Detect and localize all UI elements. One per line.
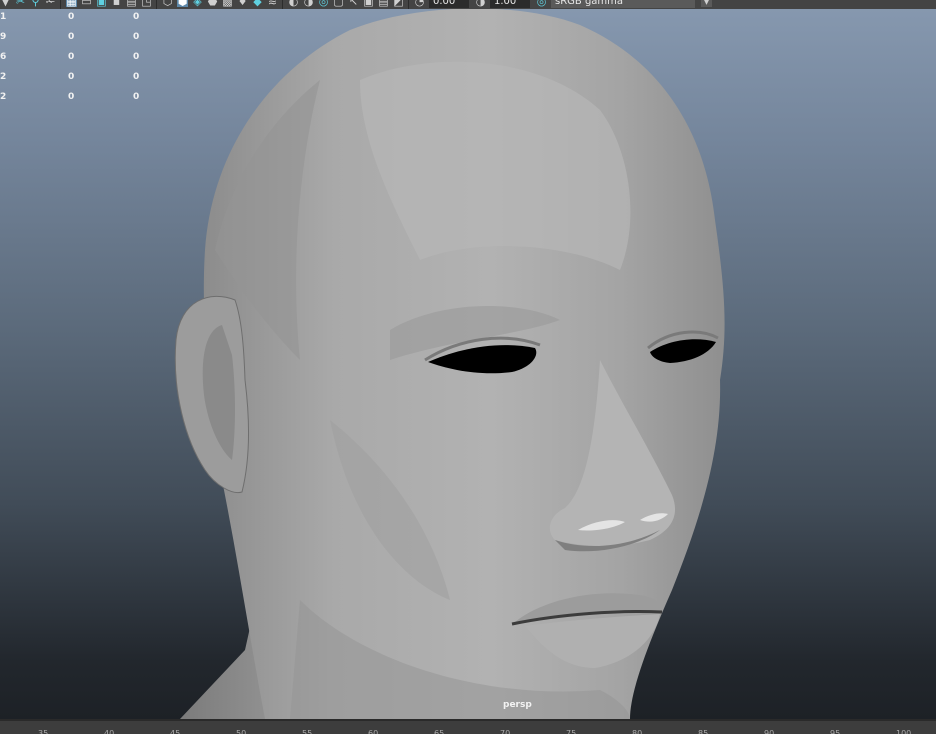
timeline-tick: 85: [698, 729, 709, 734]
hud-row: 2 0 0: [0, 91, 160, 111]
aa-icon[interactable]: ◆: [252, 0, 263, 7]
hud-value: 0: [68, 72, 75, 82]
timeline-tick: 75: [566, 729, 577, 734]
select-cursor-icon[interactable]: ↖: [348, 0, 359, 7]
timeline-tick: 40: [104, 729, 115, 734]
timeline-tick: 50: [236, 729, 247, 734]
camera-label: persp: [503, 700, 532, 710]
hud-value: 0: [133, 72, 140, 82]
component-icon[interactable]: ▢: [333, 0, 344, 7]
render-view-icon[interactable]: ▣: [363, 0, 374, 7]
timeline-tick: 80: [632, 729, 643, 734]
hud-value: 6: [0, 52, 7, 62]
hud-value: 2: [0, 72, 7, 82]
safe-icon[interactable]: ▣: [96, 0, 107, 7]
shadows-icon[interactable]: ▩: [222, 0, 233, 7]
snapshot-icon[interactable]: ◩: [393, 0, 404, 7]
hud-value: 0: [68, 32, 75, 42]
hud-value: 0: [68, 12, 75, 22]
exposure-input[interactable]: 0.00: [429, 0, 469, 8]
joints-icon[interactable]: ◎: [318, 0, 329, 7]
timeline-tick: 100: [896, 729, 912, 734]
timeline-tick: 45: [170, 729, 181, 734]
timeline-tick: 60: [368, 729, 379, 734]
colorspace-dropdown[interactable]: sRGB gamma: [551, 0, 695, 8]
hud-value: 0: [133, 32, 140, 42]
toolbar-divider: [156, 0, 157, 9]
toolbar-divider: [60, 0, 61, 9]
chevron-down-icon[interactable]: ▾: [701, 0, 712, 7]
snap-icon[interactable]: ✂: [15, 0, 26, 7]
hud-value: 1: [0, 12, 7, 22]
hud-row: 9 0 0: [0, 31, 160, 51]
gamma-input[interactable]: 1.00: [490, 0, 530, 8]
grid-icon[interactable]: ▦: [66, 0, 77, 7]
timeline-tick: 95: [830, 729, 841, 734]
gate-icon[interactable]: ⚲: [30, 0, 41, 7]
hud-icon[interactable]: ◳: [141, 0, 152, 7]
hud-value: 0: [68, 52, 75, 62]
hud-row: 1 0 0: [0, 11, 160, 31]
lights-icon[interactable]: ⬣: [207, 0, 218, 7]
poly-count-hud: 1 0 0 9 0 0 6 0 0 2 0 0 2 0 0: [0, 11, 160, 111]
timeline-tick: 90: [764, 729, 775, 734]
ipr-icon[interactable]: ▤: [378, 0, 389, 7]
film-icon[interactable]: ▭: [81, 0, 92, 7]
timeline-tick: 65: [434, 729, 445, 734]
exposure-icon[interactable]: ◔: [414, 0, 425, 7]
viewport-toolbar: ▼ ✂ ⚲ ✁ ▦ ▭ ▣ ▪ ▤ ◳ ⬡ ⬢ ◈ ⬣ ▩ ♦ ◆ ≋ ◐ ◑ …: [0, 0, 936, 9]
hud-row: 2 0 0: [0, 71, 160, 91]
isolate-icon[interactable]: ◐: [288, 0, 299, 7]
hud-value: 0: [133, 52, 140, 62]
xray-icon[interactable]: ◑: [303, 0, 314, 7]
resolution-icon[interactable]: ▤: [126, 0, 137, 7]
wireframe-icon[interactable]: ⬡: [162, 0, 173, 7]
hud-value: 0: [133, 12, 140, 22]
time-slider[interactable]: 35 40 45 50 55 60 65 70 75 80 85 90 95 1…: [0, 719, 936, 734]
timeline-tick: 35: [38, 729, 49, 734]
gamma-icon[interactable]: ◑: [475, 0, 486, 7]
camera-icon[interactable]: ▼: [0, 0, 11, 7]
hud-value: 9: [0, 32, 7, 42]
timeline-tick: 70: [500, 729, 511, 734]
viewport-panel[interactable]: ▼ ✂ ⚲ ✁ ▦ ▭ ▣ ▪ ▤ ◳ ⬡ ⬢ ◈ ⬣ ▩ ♦ ◆ ≋ ◐ ◑ …: [0, 0, 936, 719]
frame-icon[interactable]: ✁: [45, 0, 56, 7]
smooth-shade-icon[interactable]: ⬢: [177, 0, 188, 7]
texture-icon[interactable]: ◈: [192, 0, 203, 7]
toolbar-divider: [408, 0, 409, 9]
ao-icon[interactable]: ♦: [237, 0, 248, 7]
dof-icon[interactable]: ≋: [267, 0, 278, 7]
color-management-icon[interactable]: ◎: [536, 0, 547, 7]
field-icon[interactable]: ▪: [111, 0, 122, 7]
hud-value: 2: [0, 92, 7, 102]
hud-row: 6 0 0: [0, 51, 160, 71]
toolbar-divider: [282, 0, 283, 9]
hud-value: 0: [133, 92, 140, 102]
timeline-tick: 55: [302, 729, 313, 734]
hud-value: 0: [68, 92, 75, 102]
